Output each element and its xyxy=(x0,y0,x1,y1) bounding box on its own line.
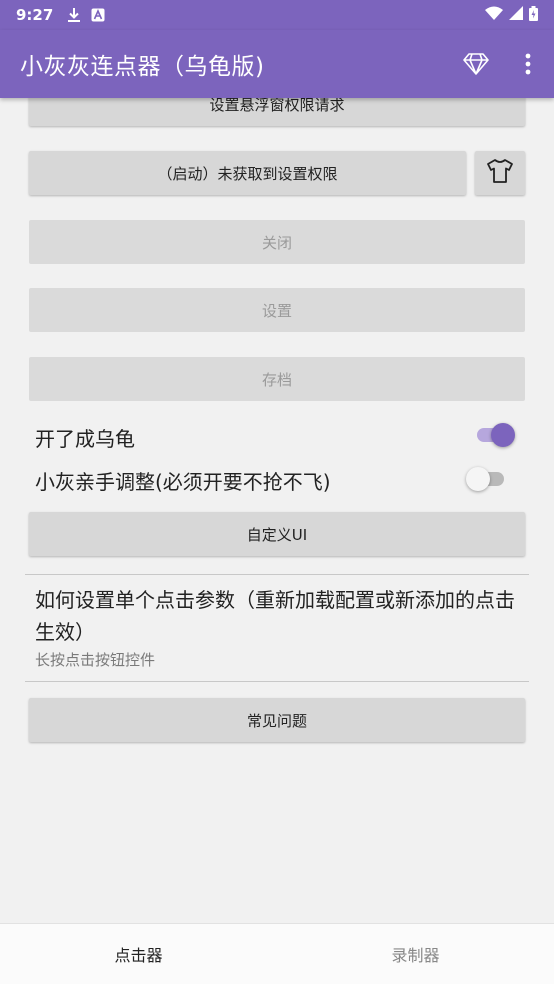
switch-thumb xyxy=(491,423,515,447)
signal-icon xyxy=(509,6,523,24)
status-bar: 9:27 xyxy=(0,0,554,30)
app-bar: 小灰灰连点器（乌龟版) xyxy=(0,30,554,98)
main-content: 设置悬浮窗权限请求 （启动）未获取到设置权限 关闭 设置 存档 开了成乌龟 小灰… xyxy=(0,98,554,923)
bottom-nav: 点击器 录制器 xyxy=(0,923,554,984)
click-param-title[interactable]: 如何设置单个点击参数（重新加载配置或新添加的点击生效） xyxy=(35,584,530,648)
click-param-summary: 长按点击按钮控件 xyxy=(35,651,156,669)
nav-item-recorder[interactable]: 录制器 xyxy=(277,924,554,984)
switch-thumb xyxy=(466,467,490,491)
settings-button[interactable]: 设置 xyxy=(29,288,525,332)
more-options-icon[interactable] xyxy=(502,38,554,90)
wifi-icon xyxy=(485,6,503,24)
divider xyxy=(25,574,529,575)
custom-ui-button[interactable]: 自定义UI xyxy=(29,512,525,556)
app-title: 小灰灰连点器（乌龟版) xyxy=(20,54,265,80)
diamond-icon[interactable] xyxy=(450,38,502,90)
overlay-permission-button[interactable]: 设置悬浮窗权限请求 xyxy=(29,98,525,126)
save-button[interactable]: 存档 xyxy=(29,357,525,401)
battery-icon xyxy=(529,5,538,25)
app-notification-icon xyxy=(91,8,105,22)
divider xyxy=(25,681,529,682)
skin-button[interactable] xyxy=(475,151,525,195)
status-time: 9:27 xyxy=(16,6,54,24)
close-button[interactable]: 关闭 xyxy=(29,220,525,264)
tshirt-icon xyxy=(486,158,514,188)
nav-item-clicker[interactable]: 点击器 xyxy=(0,924,277,984)
download-icon xyxy=(67,7,81,23)
faq-button[interactable]: 常见问题 xyxy=(29,698,525,742)
manual-adjust-label: 小灰亲手调整(必须开要不抢不飞) xyxy=(35,470,331,494)
start-button[interactable]: （启动）未获取到设置权限 xyxy=(29,151,466,195)
status-right-icons xyxy=(485,5,538,25)
manual-adjust-switch[interactable] xyxy=(466,467,506,491)
turtle-mode-label: 开了成乌龟 xyxy=(35,427,135,451)
turtle-mode-switch[interactable] xyxy=(475,423,515,447)
